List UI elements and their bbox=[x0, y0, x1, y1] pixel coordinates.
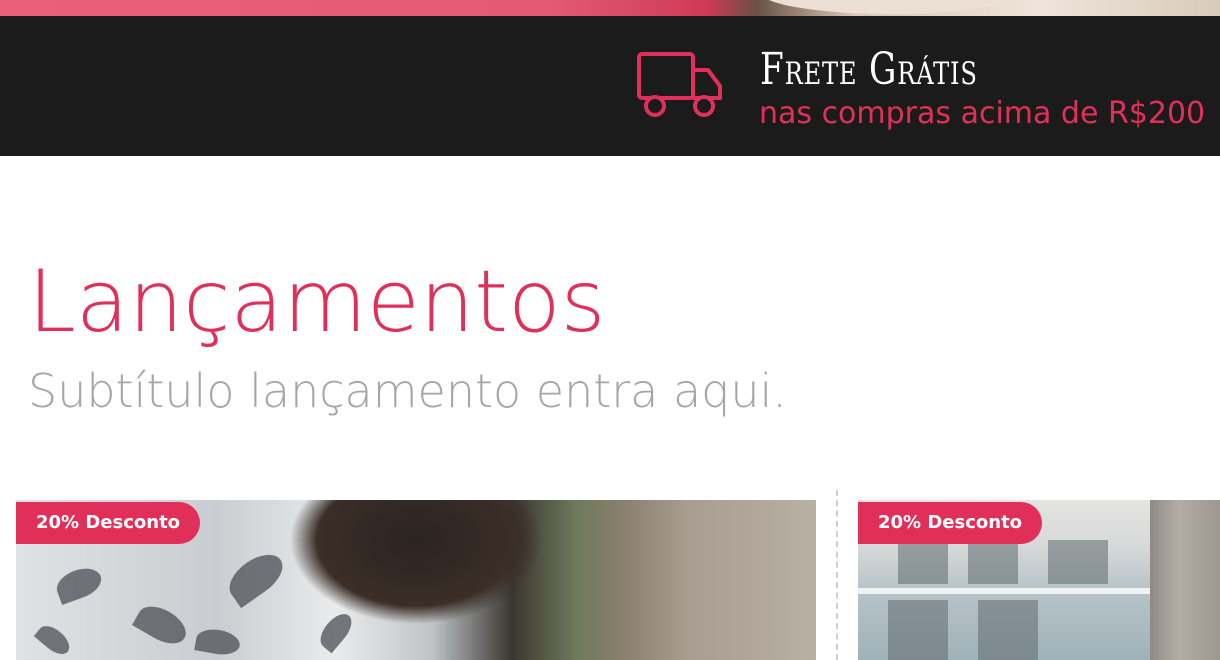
hero-image-fragment bbox=[760, 0, 1020, 14]
free-shipping-title: Frete Grátis bbox=[760, 44, 978, 95]
section-subtitle: Subtítulo lançamento entra aqui. bbox=[28, 364, 787, 418]
free-shipping-subtitle: nas compras acima de R$200 bbox=[759, 96, 1206, 131]
discount-badge: 20% Desconto bbox=[16, 502, 201, 544]
card-divider bbox=[836, 490, 838, 660]
hero-banner-strip bbox=[0, 0, 1220, 16]
discount-badge: 20% Desconto bbox=[858, 502, 1043, 544]
truck-icon bbox=[637, 52, 722, 117]
product-card[interactable]: 20% Desconto bbox=[858, 500, 1220, 660]
free-shipping-banner: Frete Grátis nas compras acima de R$200 bbox=[0, 16, 1220, 156]
product-card[interactable]: 20% Desconto bbox=[16, 500, 816, 660]
section-title: Lançamentos bbox=[28, 252, 606, 352]
